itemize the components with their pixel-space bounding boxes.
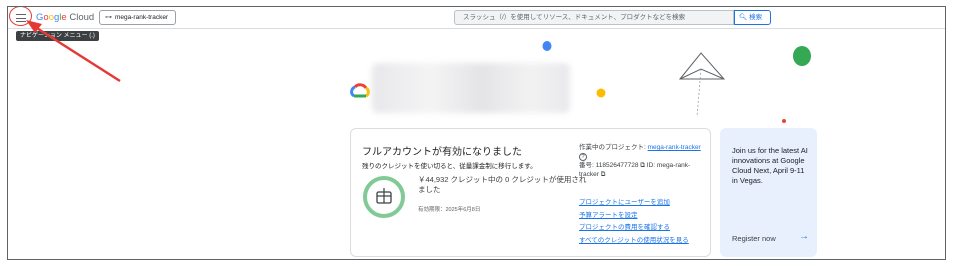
project-name-link[interactable]: mega-rank-tracker bbox=[648, 144, 701, 151]
project-number: 番号: 118526477728 bbox=[579, 162, 639, 169]
copy-icon[interactable]: ⧉ bbox=[601, 171, 606, 178]
free-trial-credit-card: フルアカウントが有効になりました 残りのクレジットを使い切ると、従量課金制に移行… bbox=[350, 128, 711, 257]
project-cost-link[interactable]: プロジェクトの費用を確認する bbox=[579, 222, 709, 235]
card-title: フルアカウントが有効になりました bbox=[362, 147, 522, 158]
console-frame: Google Cloud ⊶ mega-rank-tracker スラッシュ（/）… bbox=[7, 6, 946, 260]
credit-usage-link[interactable]: すべてのクレジットの使用状況を見る bbox=[579, 235, 709, 248]
credit-expiry: 有効期限：2025年6月8日 bbox=[418, 207, 481, 213]
card-links: プロジェクトにユーザーを追加 予算アラートを設定 プロジェクトの費用を確認する … bbox=[579, 197, 709, 247]
card-subtitle: 残りのクレジットを使い切ると、従量課金制に移行します。 bbox=[362, 163, 537, 170]
credit-usage-text: ￥44,932 クレジット中の 0 クレジットが使用されました bbox=[418, 175, 587, 194]
promo-text: Join us for the latest AI innovations at… bbox=[732, 146, 808, 185]
cloud-next-promo-card[interactable]: Join us for the latest AI innovations at… bbox=[720, 128, 817, 257]
redacted-welcome-title bbox=[372, 63, 570, 113]
project-info: 作業中のプロジェクト: mega-rank-tracker ? 番号: 1185… bbox=[579, 143, 707, 179]
register-now-link[interactable]: Register now bbox=[732, 234, 776, 243]
add-user-link[interactable]: プロジェクトにユーザーを追加 bbox=[579, 197, 709, 210]
help-icon[interactable]: ? bbox=[579, 153, 587, 161]
credit-usage-gauge bbox=[363, 176, 405, 218]
budget-alert-link[interactable]: 予算アラートを設定 bbox=[579, 210, 709, 223]
copy-icon[interactable]: ⧉ bbox=[640, 162, 645, 169]
project-label: 作業中のプロジェクト: bbox=[579, 144, 646, 151]
google-cloud-mark-icon bbox=[350, 83, 370, 98]
arrow-right-icon: → bbox=[799, 231, 809, 242]
